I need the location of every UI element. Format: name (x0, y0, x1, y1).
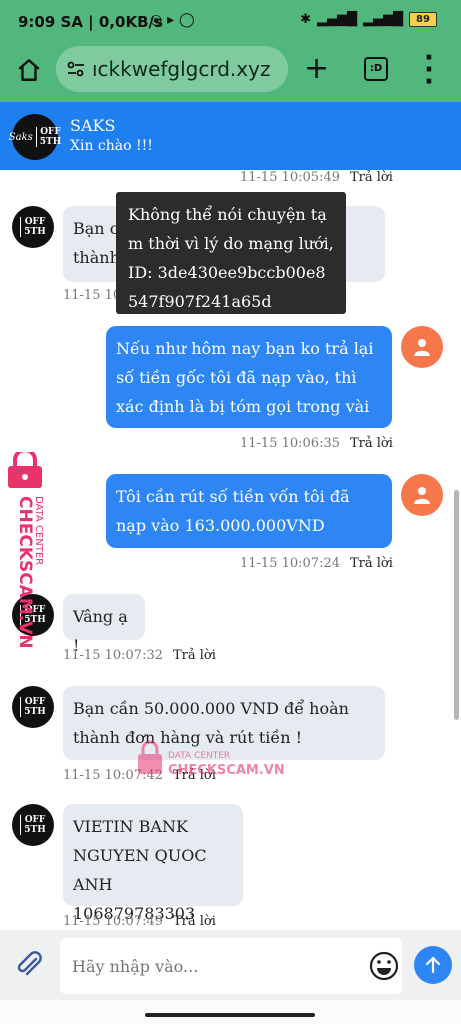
reply-link[interactable]: Trả lời (350, 556, 393, 571)
status-icons: ◎ ▸ ◯ (150, 12, 195, 28)
saks-logo: Saks OFF 5TH (8, 114, 61, 160)
chat-greeting: Xin chào !!! (70, 138, 153, 154)
new-tab-icon[interactable]: + (304, 54, 329, 84)
network-error-tooltip: Không thể nói chuyện tạm thời vì lý do m… (116, 192, 346, 314)
message-list: 11-15 10:05:49 Trả lời OFF 5TH Bạn c thành … (0, 170, 461, 930)
saks-avatar: OFF 5TH (12, 206, 54, 248)
status-bar: 9:09 SA | 0,0KB/s ◎ ▸ ◯ ✱ ▂▄▆█ ▂▄▆█ 89 (0, 0, 461, 44)
watermark-vertical-caption: DATA CENTER (33, 496, 44, 565)
arrow-up-icon (425, 956, 441, 974)
message-meta: 11-15 10 (63, 288, 122, 303)
bluetooth-icon: ✱ (300, 12, 311, 27)
watermark-vertical: CHECKSCAM.VN DATA CENTER (4, 448, 50, 652)
reply-link[interactable]: Trả lời (173, 914, 216, 929)
reply-link[interactable]: Trả lời (350, 436, 393, 451)
chat-header: Saks OFF 5TH SAKS Xin chào !!! (0, 102, 461, 170)
watermark-center-caption: DATA CENTER (168, 751, 230, 761)
site-settings-icon[interactable] (66, 59, 86, 79)
watermark-center-name: CHECKSCAM.VN (168, 763, 285, 778)
reply-link[interactable]: Trả lời (173, 648, 216, 663)
home-icon[interactable] (16, 57, 42, 83)
message-bubble-outgoing: Tôi cần rút số tiền vốn tôi đã nạp vào 1… (106, 474, 392, 548)
message-meta: 11-15 10:07:24 Trả lời (240, 556, 393, 571)
menu-icon[interactable]: · · · (424, 45, 434, 95)
chat-title: SAKS (70, 116, 116, 135)
browser-toolbar: 9:09 SA | 0,0KB/s ◎ ▸ ◯ ✱ ▂▄▆█ ▂▄▆█ 89 ı… (0, 0, 461, 102)
composer (0, 930, 461, 1000)
message-bubble: VIETIN BANK NGUYEN QUOC ANH 106879783303 (63, 804, 243, 923)
message-meta: 11-15 10:07:32 Trả lời (63, 648, 216, 663)
address-bar[interactable]: ıckkwefglgcrd.xyz (56, 46, 288, 92)
signal2-icon: ▂▄▆█ (363, 12, 403, 27)
saks-avatar: OFF 5TH (12, 686, 54, 728)
saks-avatar: OFF 5TH (12, 804, 54, 846)
reply-link[interactable]: Trả lời (350, 170, 393, 185)
scrollbar[interactable] (454, 490, 459, 720)
url-row: ıckkwefglgcrd.xyz + :D · · · (0, 44, 461, 98)
tabs-icon[interactable]: :D (364, 57, 388, 81)
watermark-vertical-name: CHECKSCAM.VN (15, 496, 35, 649)
status-right: ✱ ▂▄▆█ ▂▄▆█ 89 (300, 12, 437, 27)
user-icon (414, 339, 430, 356)
status-time: 9:09 SA | 0,0KB/s (18, 13, 163, 31)
message-bubble-outgoing: Nếu như hôm nay bạn ko trả lại số tiền g… (106, 326, 392, 445)
message-meta: 11-15 10:06:35 Trả lời (240, 436, 393, 451)
emoji-icon[interactable] (368, 950, 400, 982)
system-nav-bar (0, 1000, 461, 1024)
home-gesture-pill[interactable] (145, 1013, 315, 1017)
signal-icon: ▂▄▆█ (317, 12, 357, 27)
logo-inner: OFF 5TH (35, 127, 61, 147)
message-input[interactable] (60, 938, 402, 994)
battery-icon: 89 (409, 12, 437, 27)
send-button[interactable] (414, 946, 452, 984)
message-meta: 11-15 10:07:49 Trả lời (63, 914, 216, 929)
logo-text: Saks (8, 131, 33, 143)
watermark-center: DATA CENTER CHECKSCAM.VN (136, 740, 296, 784)
user-avatar (401, 474, 443, 516)
url-text: ıckkwefglgcrd.xyz (92, 57, 271, 81)
attachment-icon[interactable] (14, 950, 44, 980)
user-avatar (401, 326, 443, 368)
message-bubble: Vâng ạ ! (63, 594, 145, 655)
message-meta: 11-15 10:05:49 Trả lời (240, 170, 393, 185)
user-icon (414, 487, 430, 504)
